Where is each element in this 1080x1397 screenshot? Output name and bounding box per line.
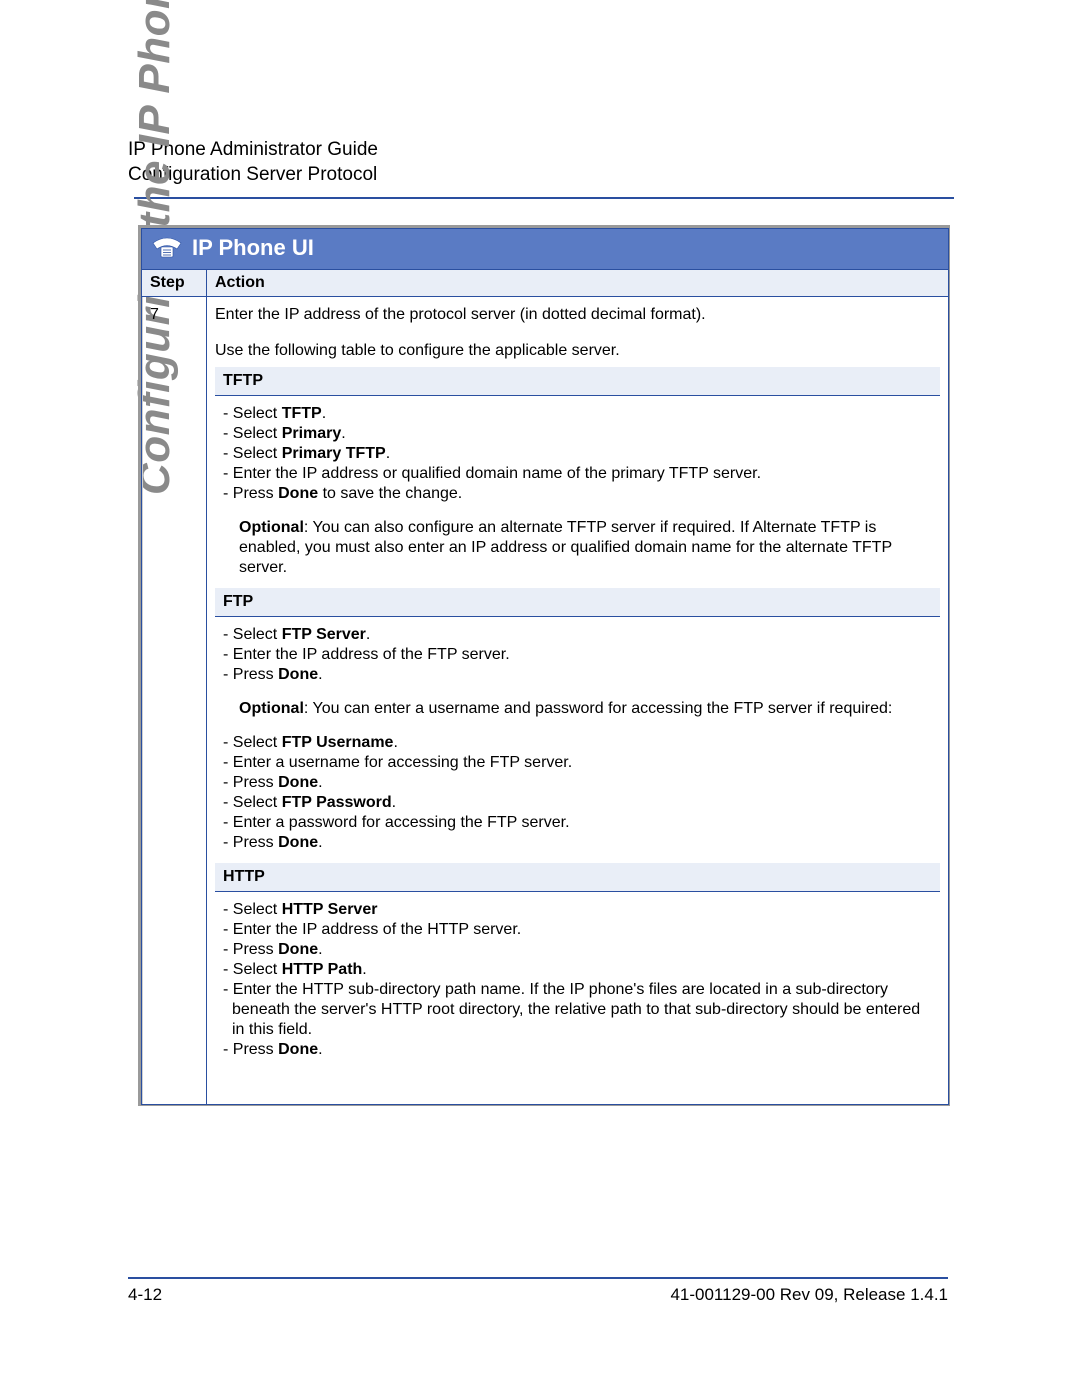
http-line-4: - Select HTTP Path. — [223, 960, 932, 980]
ftp-header: FTP — [215, 588, 940, 617]
ftp-line-3: - Press Done. — [223, 665, 932, 685]
ftp-body: - Select FTP Server. - Enter the IP addr… — [215, 617, 940, 864]
col-header-step: Step — [142, 270, 207, 297]
ip-phone-ui-panel: IP Phone UI Step Action 7 Enter the IP a… — [141, 228, 949, 1105]
action-cell: Enter the IP address of the protocol ser… — [207, 297, 949, 1105]
http-line-5: - Enter the HTTP sub-directory path name… — [223, 980, 932, 1040]
tftp-line-4: - Enter the IP address or qualified doma… — [223, 464, 932, 484]
phone-icon — [152, 237, 182, 259]
tftp-optional: Optional: You can also configure an alte… — [223, 518, 932, 578]
header-rule — [134, 197, 954, 199]
panel-title: IP Phone UI — [192, 235, 314, 261]
tftp-body: - Select TFTP. - Select Primary. - Selec… — [215, 396, 940, 589]
http-line-3: - Press Done. — [223, 940, 932, 960]
http-line-6: - Press Done. — [223, 1040, 932, 1060]
ftp-line-2: - Enter the IP address of the FTP server… — [223, 645, 932, 665]
http-body: - Select HTTP Server - Enter the IP addr… — [215, 892, 940, 1071]
http-line-2: - Enter the IP address of the HTTP serve… — [223, 920, 932, 940]
page-footer: 4-12 41-001129-00 Rev 09, Release 1.4.1 — [128, 1277, 948, 1305]
intro-paragraph-1: Enter the IP address of the protocol ser… — [215, 305, 940, 325]
intro-paragraph-2: Use the following table to configure the… — [215, 341, 940, 361]
ftp-line-1: - Select FTP Server. — [223, 625, 932, 645]
footer-doc-id: 41-001129-00 Rev 09, Release 1.4.1 — [670, 1285, 948, 1305]
header-line-2: Configuration Server Protocol — [128, 163, 960, 188]
ftp-line-9: - Press Done. — [223, 833, 932, 853]
footer-page-number: 4-12 — [128, 1285, 162, 1305]
header-line-1: IP Phone Administrator Guide — [128, 138, 960, 163]
tftp-line-2: - Select Primary. — [223, 424, 932, 444]
ftp-line-6: - Press Done. — [223, 773, 932, 793]
ftp-optional: Optional: You can enter a username and p… — [223, 699, 932, 719]
col-header-action: Action — [207, 270, 949, 297]
document-page: IP Phone Administrator Guide Configurati… — [0, 0, 1080, 1397]
step-action-table: Step Action 7 Enter the IP address of th… — [142, 270, 948, 1104]
tftp-header: TFTP — [215, 367, 940, 396]
ftp-line-7: - Select FTP Password. — [223, 793, 932, 813]
ftp-line-5: - Enter a username for accessing the FTP… — [223, 753, 932, 773]
ftp-line-4: - Select FTP Username. — [223, 733, 932, 753]
outer-frame: IP Phone UI Step Action 7 Enter the IP a… — [138, 225, 950, 1106]
tftp-line-3: - Select Primary TFTP. — [223, 444, 932, 464]
http-header: HTTP — [215, 863, 940, 892]
tftp-line-1: - Select TFTP. — [223, 404, 932, 424]
running-header: IP Phone Administrator Guide Configurati… — [128, 138, 960, 187]
tftp-line-5: - Press Done to save the change. — [223, 484, 932, 504]
step-number: 7 — [142, 297, 207, 1105]
content-area: IP Phone UI Step Action 7 Enter the IP a… — [138, 225, 950, 1106]
protocol-config-table: TFTP - Select TFTP. - Select Primary. - … — [215, 367, 940, 1070]
http-line-1: - Select HTTP Server — [223, 900, 932, 920]
panel-title-bar: IP Phone UI — [142, 229, 948, 270]
ftp-line-8: - Enter a password for accessing the FTP… — [223, 813, 932, 833]
